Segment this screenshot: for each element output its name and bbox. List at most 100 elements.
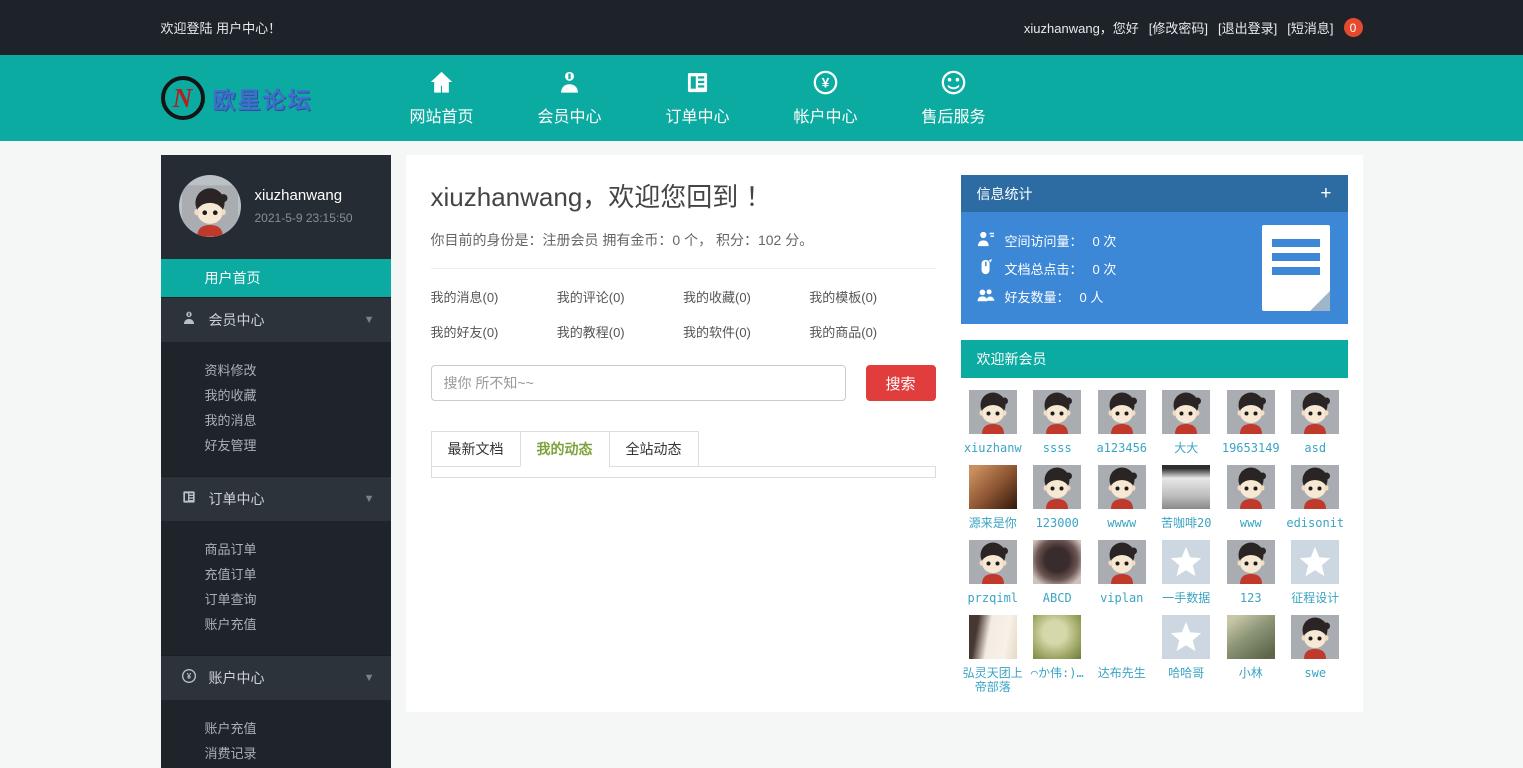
member-item[interactable]: 123	[1220, 540, 1282, 605]
logo-icon: N	[161, 76, 205, 120]
quick-link[interactable]: 我的教程(0)	[557, 322, 683, 341]
member-item[interactable]: 小林	[1220, 615, 1282, 692]
member-item[interactable]: ssss	[1026, 390, 1088, 455]
member-avatar	[1291, 390, 1339, 434]
member-item[interactable]: 源来是你	[962, 465, 1024, 530]
nav-item-2[interactable]: 会员中心	[536, 69, 604, 127]
member-name: 一手数据	[1162, 591, 1210, 605]
sidebar-submenu: 资料修改我的收藏我的消息好友管理	[161, 342, 391, 476]
member-name: edisonit	[1286, 516, 1344, 530]
mouse-icon	[977, 259, 995, 278]
nav-item-5[interactable]: 售后服务	[920, 69, 988, 127]
navbar: N 欧星论坛 网站首页 会员中心 订单中心 ¥ 帐户中心 售后服务	[0, 55, 1523, 141]
avatar[interactable]	[179, 175, 241, 237]
sidebar-item-user-home[interactable]: 用户首页	[161, 259, 391, 297]
site-logo[interactable]: N 欧星论坛	[161, 76, 313, 120]
tab-active[interactable]: 我的动态	[520, 431, 610, 467]
quick-link[interactable]: 我的模板(0)	[809, 287, 935, 306]
quick-link[interactable]: 我的消息(0)	[431, 287, 557, 306]
nav-item-4[interactable]: ¥ 帐户中心	[792, 69, 860, 127]
member-item[interactable]: a123456	[1091, 390, 1153, 455]
topbar-user-area: xiuzhanwang，您好 [修改密码] [退出登录] [短消息] 0	[1024, 18, 1363, 37]
member-item[interactable]: 达布先生	[1091, 615, 1153, 692]
sidebar: xiuzhanwang 2021-5-9 23:15:50 用户首页 会员中心 …	[161, 155, 391, 768]
member-item[interactable]: 大大	[1155, 390, 1217, 455]
member-avatar	[969, 540, 1017, 584]
member-name: przqiml	[967, 591, 1018, 605]
member-item[interactable]: 一手数据	[1155, 540, 1217, 605]
nav-item-3[interactable]: 订单中心	[664, 69, 732, 127]
stat-label: 好友数量：	[1005, 287, 1070, 306]
sidebar-subitem[interactable]: 好友管理	[161, 433, 391, 458]
search-input[interactable]	[431, 365, 846, 401]
member-avatar	[1291, 540, 1339, 584]
member-item[interactable]: www	[1220, 465, 1282, 530]
search-button[interactable]: 搜索	[866, 365, 936, 401]
stat-label: 空间访问量：	[1005, 231, 1083, 250]
sidebar-subitem[interactable]: 账户充值	[161, 612, 391, 637]
nav-label: 订单中心	[665, 103, 729, 127]
user-greeting: xiuzhanwang，您好	[1024, 18, 1139, 37]
member-item[interactable]: wwww	[1091, 465, 1153, 530]
member-avatar	[969, 465, 1017, 509]
sidebar-subitem[interactable]: 我的消息	[161, 408, 391, 433]
message-count-badge[interactable]: 0	[1344, 18, 1363, 37]
member-item[interactable]: przqiml	[962, 540, 1024, 605]
sidebar-subitem[interactable]: 我的收藏	[161, 383, 391, 408]
quick-links: 我的消息(0)我的评论(0)我的收藏(0)我的模板(0) 我的好友(0)我的教程(…	[431, 269, 936, 361]
sidebar-subitem[interactable]: 消费记录	[161, 741, 391, 766]
member-item[interactable]: ABCD	[1026, 540, 1088, 605]
member-name: xiuzhanw	[964, 441, 1022, 455]
plus-icon[interactable]: +	[1320, 184, 1331, 203]
member-item[interactable]: 123000	[1026, 465, 1088, 530]
sidebar-submenu: 账户充值消费记录	[161, 700, 391, 768]
sidebar-subitem[interactable]: 充值订单	[161, 562, 391, 587]
member-name: ssss	[1043, 441, 1072, 455]
member-item[interactable]: swe	[1284, 615, 1346, 692]
member-item[interactable]: 弘灵天团上帝部落	[962, 615, 1024, 692]
messages-link[interactable]: [短消息]	[1287, 18, 1333, 37]
tab-item[interactable]: 全站动态	[609, 431, 699, 467]
member-avatar	[1162, 540, 1210, 584]
sidebar-section-header[interactable]: 会员中心 ▼	[161, 298, 391, 342]
search-row: 搜索	[431, 365, 936, 401]
nav-item-1[interactable]: 网站首页	[408, 69, 476, 127]
member-name: 123000	[1036, 516, 1079, 530]
sidebar-subitem[interactable]: 商品订单	[161, 537, 391, 562]
nav-label: 帐户中心	[793, 103, 857, 127]
change-password-link[interactable]: [修改密码]	[1149, 18, 1208, 37]
sidebar-section-header[interactable]: ¥ 账户中心 ▼	[161, 656, 391, 700]
member-name: 哈哈哥	[1168, 666, 1204, 680]
member-item[interactable]: 苦咖啡20	[1155, 465, 1217, 530]
tab-item[interactable]: 最新文档	[431, 431, 521, 467]
quick-link[interactable]: 我的评论(0)	[557, 287, 683, 306]
member-avatar	[1098, 390, 1146, 434]
member-item[interactable]: asd	[1284, 390, 1346, 455]
member-item[interactable]: 征程设计	[1284, 540, 1346, 605]
new-members-header: 欢迎新会员	[961, 340, 1348, 378]
member-item[interactable]: xiuzhanw	[962, 390, 1024, 455]
quick-link[interactable]: 我的收藏(0)	[683, 287, 809, 306]
new-members-panel: xiuzhanw ssss a123456 大大 19653149asd 源来是你 1230…	[961, 378, 1348, 692]
logout-link[interactable]: [退出登录]	[1218, 18, 1277, 37]
sidebar-section-1: 会员中心 ▼资料修改我的收藏我的消息好友管理	[161, 297, 391, 476]
sidebar-subitem[interactable]: 订单查询	[161, 587, 391, 612]
sidebar-subitem[interactable]: 资料修改	[161, 358, 391, 383]
feed-tabs: 最新文档我的动态全站动态	[431, 431, 936, 467]
stats-panel-body: 空间访问量：0 次 文档总点击：0 次 好友数量：0 人	[961, 212, 1348, 324]
member-name: 弘灵天团上帝部落	[962, 666, 1024, 692]
quick-link[interactable]: 我的软件(0)	[683, 322, 809, 341]
quick-link[interactable]: 我的商品(0)	[809, 322, 935, 341]
member-item[interactable]: 19653149	[1220, 390, 1282, 455]
chevron-down-icon: ▼	[364, 493, 375, 505]
sidebar-section-header[interactable]: 订单中心 ▼	[161, 477, 391, 521]
member-item[interactable]: ⌒か伟:)…	[1026, 615, 1088, 692]
member-name: 源来是你	[969, 516, 1017, 530]
sidebar-subitem[interactable]: 账户充值	[161, 716, 391, 741]
member-item[interactable]: viplan	[1091, 540, 1153, 605]
quick-link[interactable]: 我的好友(0)	[431, 322, 557, 341]
member-item[interactable]: 哈哈哥	[1155, 615, 1217, 692]
main-nav: 网站首页 会员中心 订单中心 ¥ 帐户中心 售后服务	[408, 69, 988, 127]
member-name: 大大	[1174, 441, 1198, 455]
member-item[interactable]: edisonit	[1284, 465, 1346, 530]
